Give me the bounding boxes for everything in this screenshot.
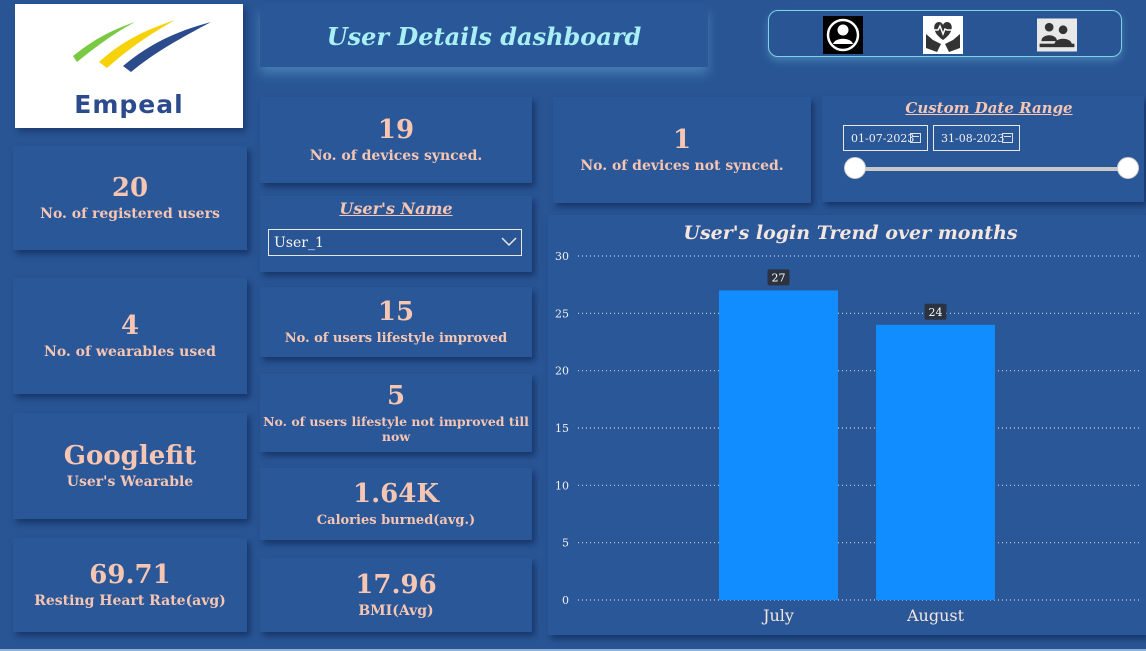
wearables-used-card: 4 No. of wearables used	[13, 278, 247, 394]
page-title: User Details dashboard	[326, 21, 642, 51]
date-range-slider-track[interactable]	[855, 167, 1129, 171]
calories-burned-card: 1.64K Calories burned(avg.)	[260, 468, 532, 540]
resting-heart-rate-value: 69.71	[89, 559, 171, 590]
user-name-label: User's Name	[339, 199, 453, 218]
lifestyle-not-improved-card: 5 No. of users lifestyle not improved ti…	[260, 374, 532, 452]
wearables-used-label: No. of wearables used	[44, 344, 216, 361]
lifestyle-not-improved-value: 5	[386, 380, 406, 411]
team-button[interactable]	[1037, 16, 1077, 54]
devices-not-synced-card: 1 No. of devices not synced.	[553, 97, 811, 203]
health-care-button[interactable]	[923, 16, 963, 54]
users-wearable-label: User's Wearable	[66, 474, 194, 491]
registered-users-label: No. of registered users	[40, 206, 220, 223]
calendar-icon	[910, 133, 921, 143]
slider-start-handle[interactable]	[844, 157, 866, 179]
calendar-icon	[1002, 133, 1013, 143]
devices-not-synced-label: No. of devices not synced.	[580, 158, 784, 175]
users-wearable-value: Googlefit	[63, 440, 197, 471]
devices-synced-value: 19	[377, 114, 415, 145]
resting-heart-rate-card: 69.71 Resting Heart Rate(avg)	[13, 538, 247, 632]
end-date-value: 31-08-2023	[941, 131, 1005, 145]
lifestyle-improved-card: 15 No. of users lifestyle improved	[260, 287, 532, 357]
team-icon	[1037, 18, 1077, 52]
chart-title: User's login Trend over months	[683, 222, 1018, 244]
dashboard-title-card: User Details dashboard	[260, 5, 708, 67]
user-name-dropdown[interactable]: User_1	[268, 229, 522, 256]
wearables-used-value: 4	[120, 310, 140, 341]
devices-synced-card: 19 No. of devices synced.	[260, 97, 532, 183]
start-date-value: 01-07-2023	[851, 131, 915, 145]
devices-not-synced-value: 1	[672, 124, 692, 155]
end-date-input[interactable]: 31-08-2023	[933, 125, 1020, 151]
login-trend-chart-card	[548, 215, 1146, 635]
calories-burned-label: Calories burned(avg.)	[316, 512, 476, 528]
logo-text: Empeal	[74, 90, 184, 119]
selected-user-value: User_1	[274, 234, 324, 251]
registered-users-card: 20 No. of registered users	[13, 146, 247, 250]
slider-end-handle[interactable]	[1117, 157, 1139, 179]
lifestyle-improved-label: No. of users lifestyle improved	[284, 330, 508, 346]
chevron-down-icon	[501, 237, 517, 247]
health-care-icon	[923, 16, 963, 54]
logo: Empeal	[15, 4, 243, 128]
registered-users-value: 20	[111, 172, 149, 203]
start-date-input[interactable]: 01-07-2023	[843, 125, 928, 151]
calories-burned-value: 1.64K	[353, 479, 439, 510]
lifestyle-not-improved-label: No. of users lifestyle not improved till…	[263, 414, 529, 445]
resting-heart-rate-label: Resting Heart Rate(avg)	[34, 593, 226, 610]
lifestyle-improved-value: 15	[377, 297, 415, 328]
date-range-label: Custom Date Range	[905, 99, 1073, 117]
user-profile-button[interactable]	[823, 16, 863, 54]
navigation-bar	[768, 10, 1122, 57]
users-wearable-card: Googlefit User's Wearable	[13, 413, 247, 519]
user-profile-icon	[823, 16, 863, 54]
logo-swoosh-icon	[73, 20, 211, 72]
devices-synced-label: No. of devices synced.	[309, 148, 483, 165]
bmi-card: 17.96 BMI(Avg)	[260, 558, 532, 632]
bmi-value: 17.96	[355, 569, 437, 600]
bmi-label: BMI(Avg)	[358, 603, 434, 620]
